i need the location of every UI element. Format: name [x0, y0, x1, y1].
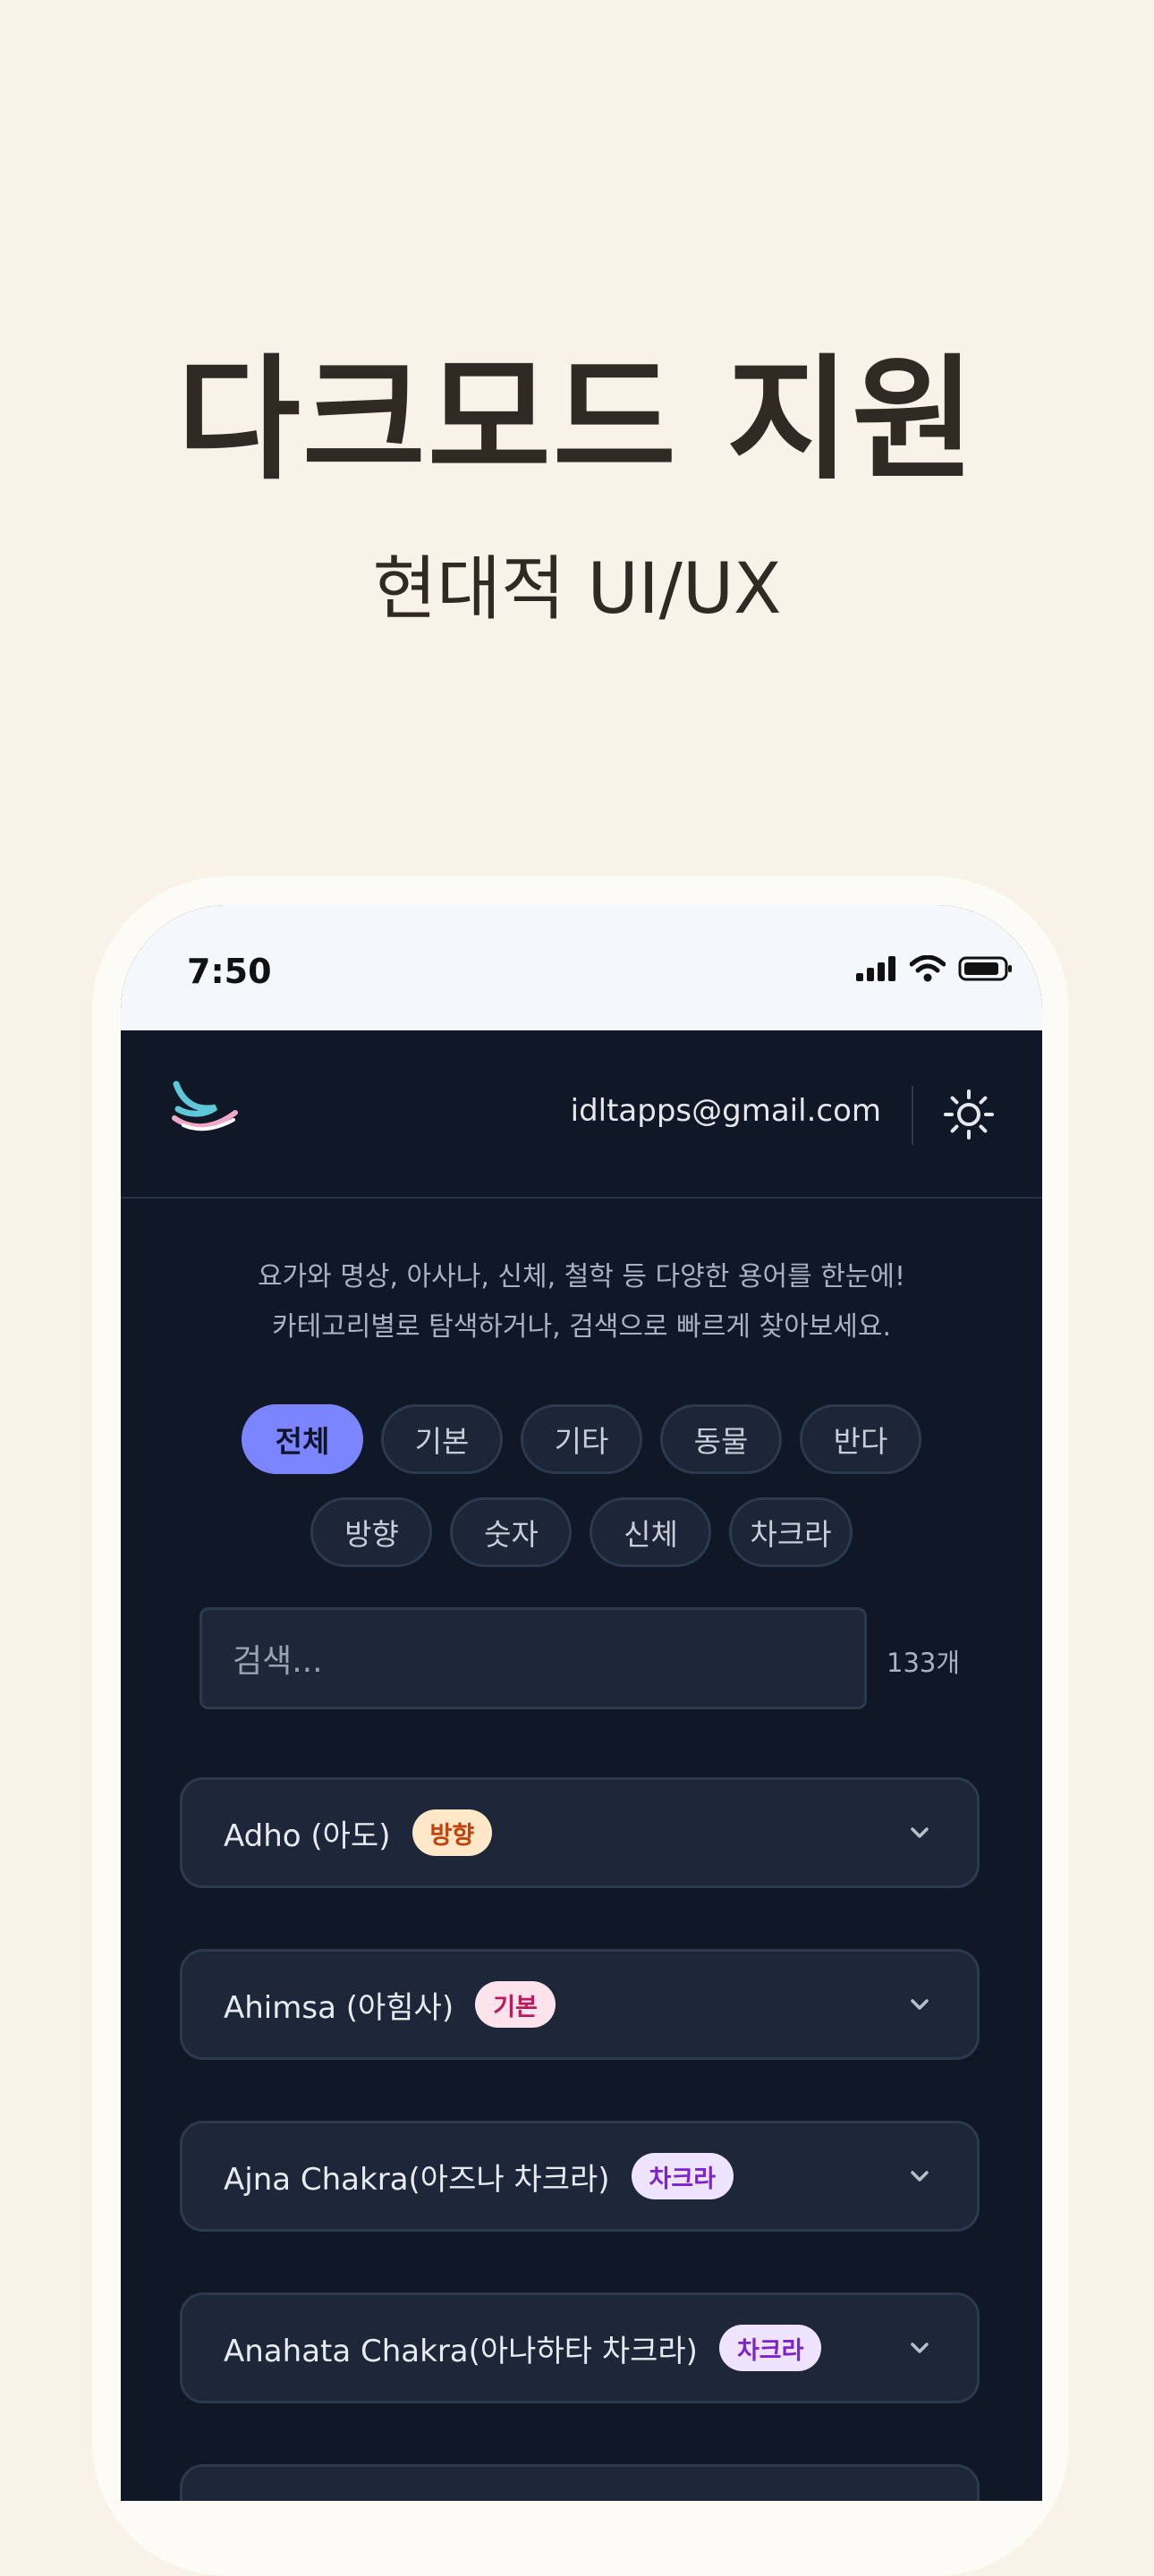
- term-item[interactable]: Anahata Chakra(아나하타 차크라) 차크라: [180, 2292, 980, 2403]
- search-input[interactable]: 검색...: [199, 1607, 867, 1709]
- term-name: Ahimsa (아힘사): [224, 1989, 454, 2026]
- term-item[interactable]: Adho (아도) 방향: [180, 1777, 980, 1888]
- term-name: Anahata Chakra(아나하타 차크라): [224, 2333, 698, 2369]
- category-badge: 차크라: [718, 2325, 822, 2371]
- category-chip-bandha[interactable]: 반다: [800, 1404, 921, 1474]
- category-chip-animal[interactable]: 동물: [660, 1404, 782, 1474]
- status-bar: 7:50: [121, 905, 1042, 1030]
- chevron-down-icon[interactable]: [907, 2335, 932, 2360]
- term-item[interactable]: Ajna Chakra(아즈나 차크라) 차크라: [180, 2121, 980, 2232]
- result-count: 133개: [887, 1648, 961, 1678]
- category-chip-direction[interactable]: 방향: [310, 1497, 433, 1567]
- status-time: 7:50: [187, 952, 272, 991]
- category-chip-etc[interactable]: 기타: [521, 1404, 642, 1474]
- promo-title: 다크모드 지원: [176, 343, 978, 498]
- term-name: Ajna Chakra(아즈나 차크라): [224, 2161, 610, 2198]
- status-icons: [856, 955, 1014, 982]
- category-badge: 차크라: [631, 2153, 734, 2199]
- phone-screen: 7:50 idltapps@gmail.com 요가와 명상, 아사나, 신체,…: [121, 905, 1042, 2501]
- term-item[interactable]: Ahimsa (아힘사) 기본: [180, 1949, 980, 2060]
- chevron-down-icon[interactable]: [907, 2164, 932, 2189]
- user-email[interactable]: idltapps@gmail.com: [571, 1093, 881, 1129]
- battery-icon: [958, 956, 1012, 981]
- category-chip-basic[interactable]: 기본: [381, 1404, 503, 1474]
- category-chip-number[interactable]: 숫자: [450, 1497, 573, 1567]
- category-chip-chakra[interactable]: 차크라: [729, 1497, 853, 1567]
- sun-icon[interactable]: [942, 1088, 996, 1141]
- intro-text: 요가와 명상, 아사나, 신체, 철학 등 다양한 용어를 한눈에! 카테고리별…: [121, 1252, 1042, 1352]
- term-name: Adho (아도): [224, 1818, 391, 1854]
- intro-line-2: 카테고리별로 탐색하거나, 검색으로 빠르게 찾아보세요.: [271, 1311, 892, 1343]
- category-badge: 기본: [475, 1981, 556, 2028]
- category-badge: 방향: [412, 1809, 493, 1856]
- wave-logo-icon[interactable]: [171, 1077, 239, 1134]
- category-chip-all[interactable]: 전체: [242, 1404, 363, 1474]
- app-header: idltapps@gmail.com: [121, 1030, 1042, 1199]
- category-chips-row-1: 전체 기본 기타 동물 반다: [121, 1404, 1042, 1474]
- signal-icon: [856, 956, 895, 981]
- category-chip-body[interactable]: 신체: [590, 1497, 712, 1567]
- app-container: idltapps@gmail.com 요가와 명상, 아사나, 신체, 철학 등…: [121, 1030, 1042, 2501]
- category-chips-row-2: 방향 숫자 신체 차크라: [121, 1497, 1042, 1567]
- intro-line-1: 요가와 명상, 아사나, 신체, 철학 등 다양한 용어를 한눈에!: [257, 1261, 906, 1292]
- chevron-down-icon[interactable]: [907, 1820, 932, 1845]
- wifi-icon: [910, 955, 946, 982]
- term-item-partial[interactable]: [180, 2464, 980, 2501]
- header-divider: [912, 1086, 913, 1145]
- promo-subtitle: 현대적 UI/UX: [372, 549, 782, 630]
- chevron-down-icon[interactable]: [907, 1992, 932, 2017]
